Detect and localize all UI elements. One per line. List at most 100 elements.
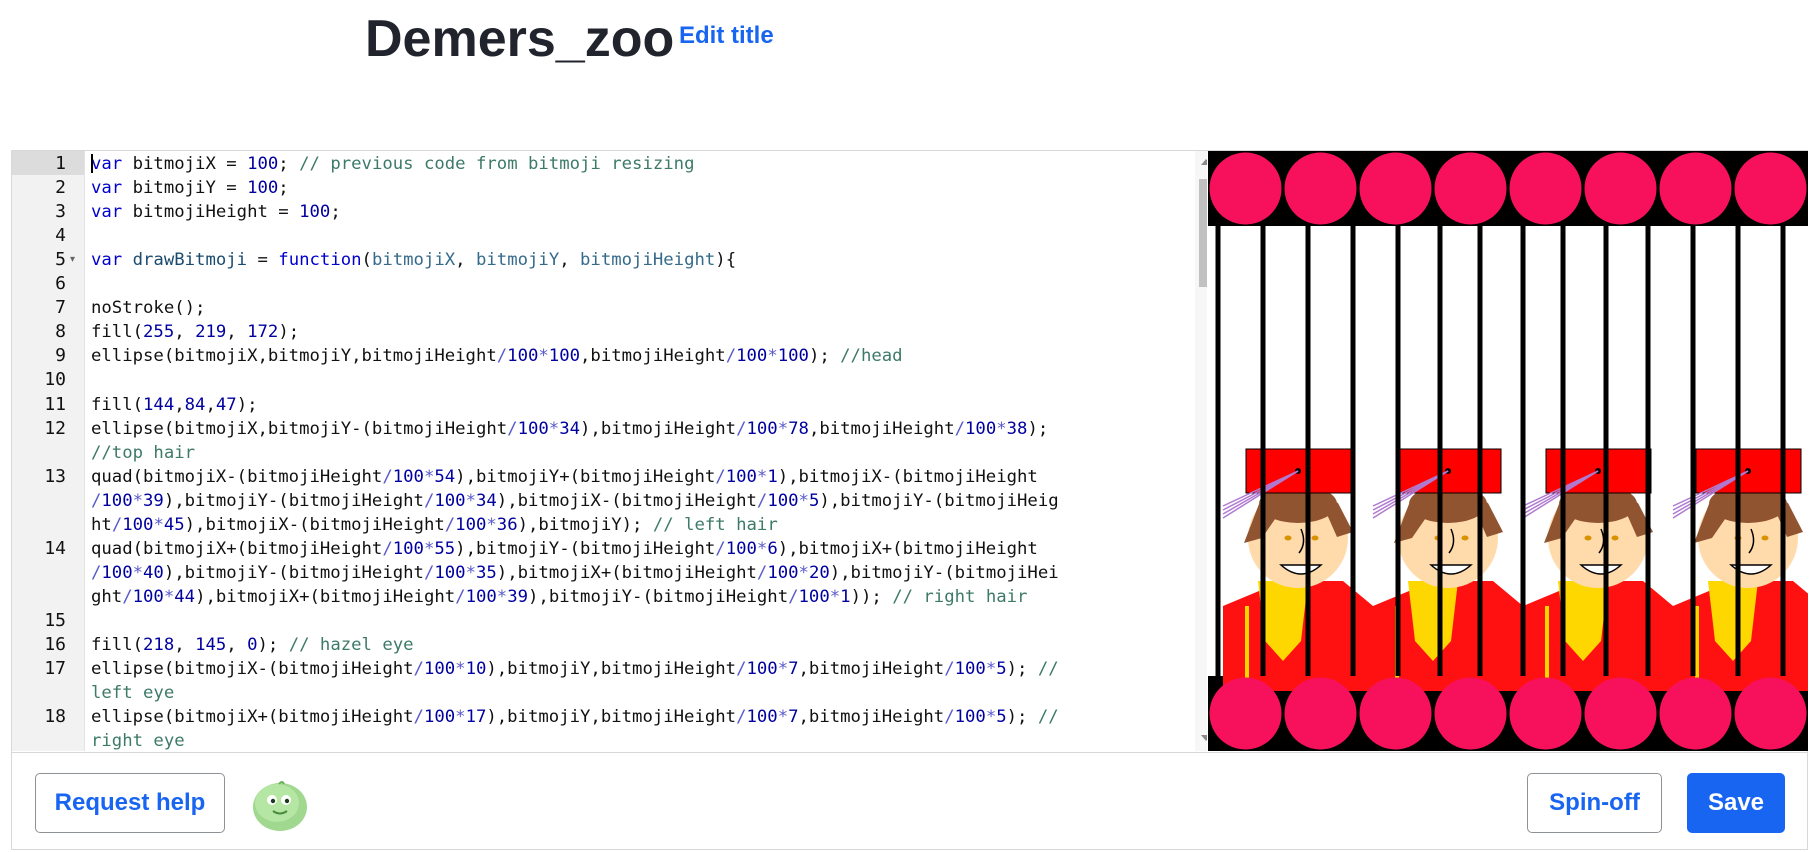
code-line[interactable]: 17 ellipse(bitmojiX-(bitmojiHeight/100*10…	[12, 657, 1192, 681]
line-number: 2	[55, 177, 66, 199]
top-ball	[1509, 152, 1582, 225]
fold-arrow-icon[interactable]: ▾	[70, 248, 75, 272]
code-line[interactable]: right eye	[12, 729, 1192, 751]
code-text: left eye	[91, 683, 175, 704]
line-number: 5	[55, 249, 66, 271]
code-line[interactable]: 2 var bitmojiY = 100;	[12, 176, 1192, 200]
code-text: /100*40),bitmojiY-(bitmojiHeight/100*35)…	[91, 562, 1059, 583]
cage-bar	[1477, 226, 1483, 676]
bitmoji-right-eye	[1761, 535, 1769, 541]
request-help-button[interactable]: Request help	[35, 773, 225, 833]
code-line[interactable]: 7 noStroke();	[12, 296, 1192, 320]
bottom-ball	[1659, 677, 1732, 750]
code-text: var bitmojiX = 100; // previous code fro…	[91, 154, 695, 174]
code-line[interactable]: left eye	[12, 681, 1192, 705]
code-line[interactable]: ght/100*44),bitmojiX+(bitmojiHeight/100*…	[12, 585, 1192, 609]
bottom-ball	[1584, 677, 1657, 750]
code-line[interactable]: //top hair	[12, 441, 1192, 465]
bitmoji-left-eye	[1284, 535, 1292, 541]
code-text: ellipse(bitmojiX,bitmojiY,bitmojiHeight/…	[91, 346, 903, 367]
cage-bar	[1690, 226, 1696, 676]
code-text: quad(bitmojiX+(bitmojiHeight/100*55),bit…	[91, 538, 1038, 559]
code-line[interactable]: 4	[12, 224, 1192, 248]
cage-bar	[1560, 226, 1566, 676]
cage-bar	[1735, 226, 1741, 676]
edit-title-link[interactable]: Edit title	[679, 22, 774, 50]
bitmoji-left-eye	[1584, 535, 1592, 541]
code-text: var bitmojiY = 100;	[91, 178, 289, 199]
code-line[interactable]: /100*40),bitmojiY-(bitmojiHeight/100*35)…	[12, 561, 1192, 585]
line-number: 6	[55, 273, 66, 295]
code-line[interactable]: 18 ellipse(bitmojiX+(bitmojiHeight/100*17…	[12, 705, 1192, 729]
top-ball	[1434, 152, 1507, 225]
code-line[interactable]: 14 quad(bitmojiX+(bitmojiHeight/100*55),b…	[12, 537, 1192, 561]
code-text: quad(bitmojiX-(bitmojiHeight/100*54),bit…	[91, 466, 1038, 487]
code-text: var bitmojiHeight = 100;	[91, 202, 341, 223]
avatar[interactable]	[251, 778, 309, 832]
cage-bar	[1437, 226, 1443, 676]
bottom-ball	[1209, 677, 1282, 750]
code-line[interactable]: 5 ▾ var drawBitmoji = function(bitmojiX, b…	[12, 248, 1192, 272]
line-number: 16	[44, 634, 66, 655]
code-line[interactable]: 16 fill(218, 145, 0); // hazel eye	[12, 633, 1192, 657]
cage-bar	[1603, 226, 1609, 676]
scrollbar-thumb[interactable]	[1199, 179, 1207, 287]
top-ball	[1734, 152, 1807, 225]
top-ball	[1209, 152, 1282, 225]
save-button[interactable]: Save	[1687, 773, 1785, 833]
line-number: 18	[44, 706, 66, 728]
code-line[interactable]: 12 ellipse(bitmojiX,bitmojiY-(bitmojiHeig…	[12, 417, 1192, 441]
line-number: 9	[55, 345, 66, 367]
code-line[interactable]: 9 ellipse(bitmojiX,bitmojiY,bitmojiHeight…	[12, 344, 1192, 368]
top-ball	[1284, 152, 1357, 225]
code-line[interactable]: 13 quad(bitmojiX-(bitmojiHeight/100*54),b…	[12, 465, 1192, 489]
line-number: 14	[44, 537, 66, 559]
code-line[interactable]: 10	[12, 368, 1192, 392]
top-ball	[1359, 152, 1432, 225]
bitmoji-right-eye	[1311, 535, 1319, 541]
code-line[interactable]: 15	[12, 609, 1192, 633]
spin-off-button[interactable]: Spin-off	[1527, 773, 1662, 833]
code-line[interactable]: 8 fill(255, 219, 172);	[12, 320, 1192, 344]
code-text: //top hair	[91, 442, 196, 463]
top-ball	[1659, 152, 1732, 225]
bottom-ball	[1434, 677, 1507, 750]
code-text: fill(144,84,47);	[91, 394, 258, 415]
cage-bar	[1645, 226, 1651, 676]
code-line[interactable]: 3 var bitmojiHeight = 100;	[12, 200, 1192, 224]
code-text: ght/100*44),bitmojiX+(bitmojiHeight/100*…	[91, 586, 1028, 607]
bottom-ball	[1359, 677, 1432, 750]
scroll-up-arrow-icon[interactable]	[1201, 159, 1207, 165]
bitmoji-right-eye	[1611, 535, 1619, 541]
zoo-drawing	[1208, 151, 1820, 751]
cage-bar	[1350, 226, 1356, 676]
line-number: 11	[44, 393, 66, 415]
code-text: ellipse(bitmojiX,bitmojiY-(bitmojiHeight…	[91, 418, 1049, 439]
code-line[interactable]: 1 var bitmojiX = 100; // previous code fr…	[12, 152, 1192, 176]
top-ball	[1584, 152, 1657, 225]
cage-bar	[1395, 226, 1401, 676]
code-editor[interactable]: 1 var bitmojiX = 100; // previous code fr…	[12, 151, 1207, 751]
code-text: ellipse(bitmojiX-(bitmojiHeight/100*10),…	[91, 659, 1059, 680]
cage-bar	[1780, 226, 1786, 676]
line-number: 17	[44, 658, 66, 680]
cage-bar	[1520, 226, 1526, 676]
code-line[interactable]: /100*39),bitmojiY-(bitmojiHeight/100*34)…	[12, 489, 1192, 513]
output-canvas[interactable]	[1208, 151, 1820, 751]
code-line[interactable]: 6	[12, 272, 1192, 296]
code-text: /100*39),bitmojiY-(bitmojiHeight/100*34)…	[91, 490, 1059, 511]
text-cursor	[91, 154, 93, 173]
line-number: 8	[55, 321, 66, 343]
code-text: ht/100*45),bitmojiX-(bitmojiHeight/100*3…	[91, 514, 778, 535]
line-number: 15	[44, 609, 66, 631]
code-text: ellipse(bitmojiX+(bitmojiHeight/100*17),…	[91, 707, 1059, 728]
line-number: 12	[44, 417, 66, 439]
code-text: noStroke();	[91, 298, 206, 319]
code-text: fill(218, 145, 0); // hazel eye	[91, 635, 414, 655]
code-text: var drawBitmoji = function(bitmojiX, bit…	[91, 250, 737, 271]
code-line[interactable]: ht/100*45),bitmojiX-(bitmojiHeight/100*3…	[12, 513, 1192, 537]
code-text: fill(255, 219, 172);	[91, 322, 300, 343]
scroll-down-arrow-icon[interactable]	[1201, 735, 1207, 741]
editor-scrollbar[interactable]	[1195, 151, 1207, 751]
code-line[interactable]: 11 fill(144,84,47);	[12, 393, 1192, 417]
